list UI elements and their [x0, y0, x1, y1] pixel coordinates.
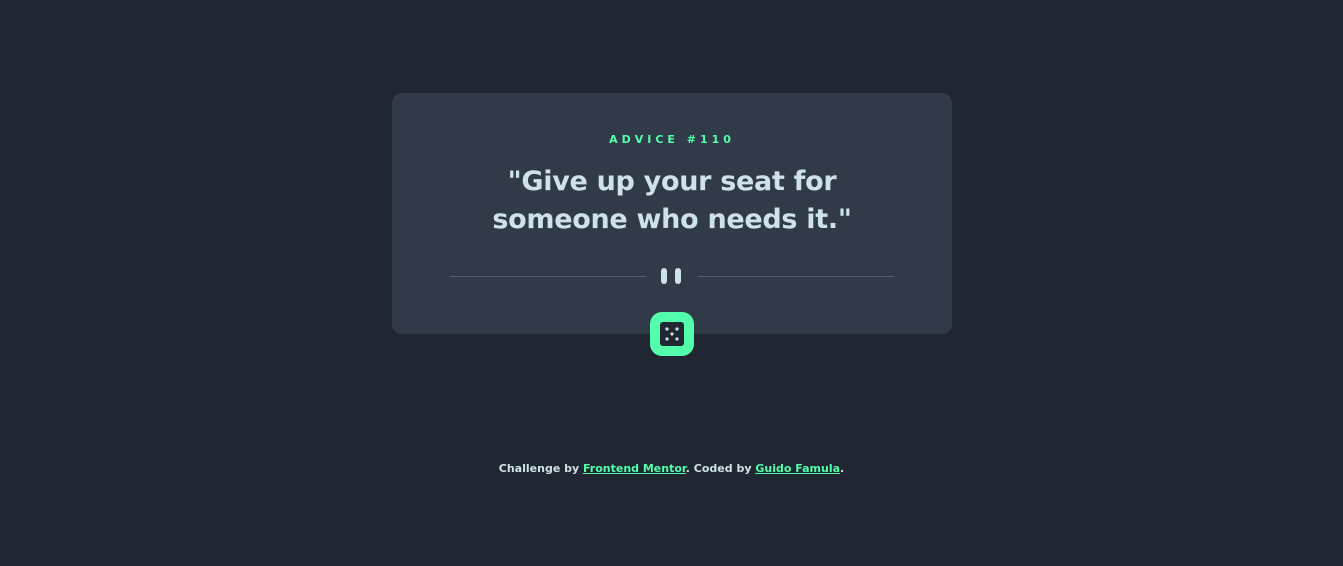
dice-icon [660, 322, 684, 346]
divider-line-right [698, 276, 894, 277]
frontend-mentor-link[interactable]: Frontend Mentor [583, 462, 686, 475]
footer-prefix: Challenge by [498, 462, 583, 475]
author-link[interactable]: Guido Famula [755, 462, 840, 475]
pause-icon [661, 268, 683, 284]
advice-id: ADVICE #110 [609, 133, 735, 146]
divider-line-left [450, 276, 646, 277]
generate-advice-button[interactable] [650, 312, 694, 356]
advice-quote: "Give up your seat for someone who needs… [492, 166, 852, 235]
advice-card: ADVICE #110 "Give up your seat for someo… [392, 93, 952, 334]
footer-suffix: . [840, 462, 845, 475]
footer-middle: . Coded by [685, 462, 756, 475]
pattern-divider [450, 267, 894, 285]
page: ADVICE #110 "Give up your seat for someo… [0, 0, 1343, 566]
attribution-footer: Challenge by Frontend Mentor. Coded by G… [0, 462, 1343, 476]
